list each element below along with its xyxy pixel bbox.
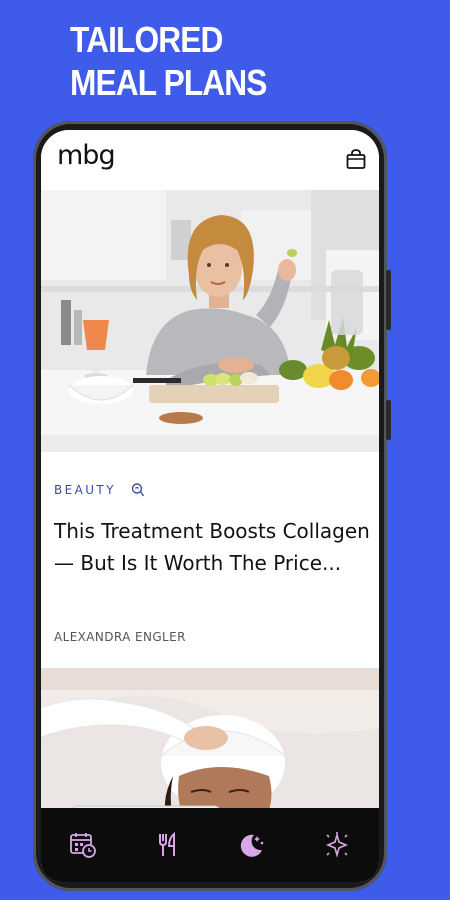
- article-author[interactable]: ALEXANDRA ENGLER: [54, 630, 186, 644]
- fork-knife-icon: [158, 831, 175, 856]
- promo-headline: TAILORED MEAL PLANS: [70, 18, 267, 104]
- phone-side-button: [386, 270, 391, 330]
- app-screen: mbg BEAUTY This Treatment Boosts Collage…: [41, 130, 379, 882]
- article-image-facial-treatment[interactable]: [41, 668, 379, 828]
- nav-planner-button[interactable]: [65, 827, 101, 863]
- article-hero-image[interactable]: [41, 190, 379, 452]
- nav-sleep-button[interactable]: [234, 827, 270, 863]
- phone-side-button: [386, 400, 391, 440]
- promo-line-2: MEAL PLANS: [70, 62, 267, 103]
- nav-wellness-button[interactable]: [319, 827, 355, 863]
- article-title-line-2: — But Is It Worth The Price...: [54, 551, 342, 575]
- promo-line-1: TAILORED: [70, 19, 223, 60]
- shopping-bag-icon[interactable]: [345, 148, 367, 170]
- bottom-nav: [41, 808, 379, 882]
- category-label[interactable]: BEAUTY: [54, 483, 116, 497]
- nav-recipes-button[interactable]: [150, 827, 186, 863]
- calendar-clock-icon: [70, 833, 97, 858]
- category-row: BEAUTY: [54, 482, 146, 498]
- article-title[interactable]: This Treatment Boosts Collagen — But Is …: [54, 515, 379, 579]
- article-title-line-1: This Treatment Boosts Collagen: [54, 519, 370, 543]
- app-logo[interactable]: mbg: [57, 140, 116, 171]
- top-bar: mbg: [41, 130, 379, 190]
- headphone-icon[interactable]: [130, 482, 146, 498]
- moon-stars-icon: [241, 834, 264, 857]
- sparkle-icon: [325, 832, 348, 858]
